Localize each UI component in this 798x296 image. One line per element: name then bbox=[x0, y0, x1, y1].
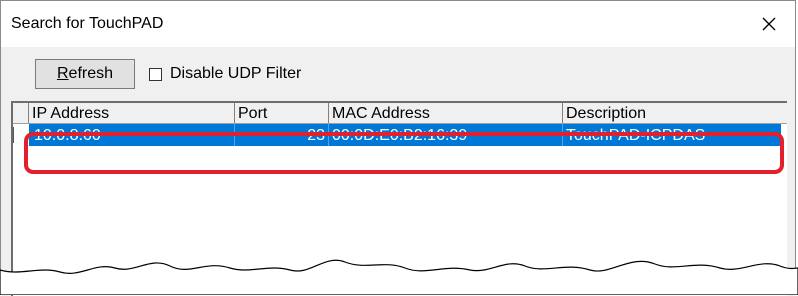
column-header-mac-address[interactable]: MAC Address bbox=[329, 103, 563, 123]
torn-edge bbox=[0, 259, 798, 295]
disable-udp-filter-label[interactable]: Disable UDP Filter bbox=[170, 65, 301, 83]
cell-description: TouchPAD-ICPDAS bbox=[566, 127, 706, 144]
column-header-ip-address[interactable]: IP Address bbox=[29, 103, 235, 123]
title-bar: Search for TouchPAD bbox=[1, 1, 795, 47]
cell-mac-address: 00:0D:E0:B2:16:39 bbox=[329, 124, 563, 146]
refresh-accelerator: R bbox=[56, 65, 69, 82]
cell-ip-address: 10.0.8.60 bbox=[31, 124, 235, 146]
column-header-description[interactable]: Description bbox=[563, 103, 787, 123]
cell-port: 23 bbox=[235, 124, 329, 146]
table-row[interactable]: 10.0.8.60 23 00:0D:E0:B2:16:39 TouchPAD-… bbox=[13, 124, 787, 147]
window-title: Search for TouchPAD bbox=[11, 15, 164, 32]
refresh-label: efresh bbox=[68, 65, 114, 82]
close-icon bbox=[762, 17, 776, 31]
close-button[interactable] bbox=[749, 7, 789, 41]
header-row-marker bbox=[13, 103, 29, 123]
row-marker bbox=[13, 127, 17, 143]
disable-udp-filter-checkbox[interactable] bbox=[149, 68, 162, 81]
refresh-button[interactable]: Refresh bbox=[35, 59, 135, 89]
column-header-port[interactable]: Port bbox=[235, 103, 329, 123]
list-header: IP Address Port MAC Address Description bbox=[13, 103, 787, 124]
